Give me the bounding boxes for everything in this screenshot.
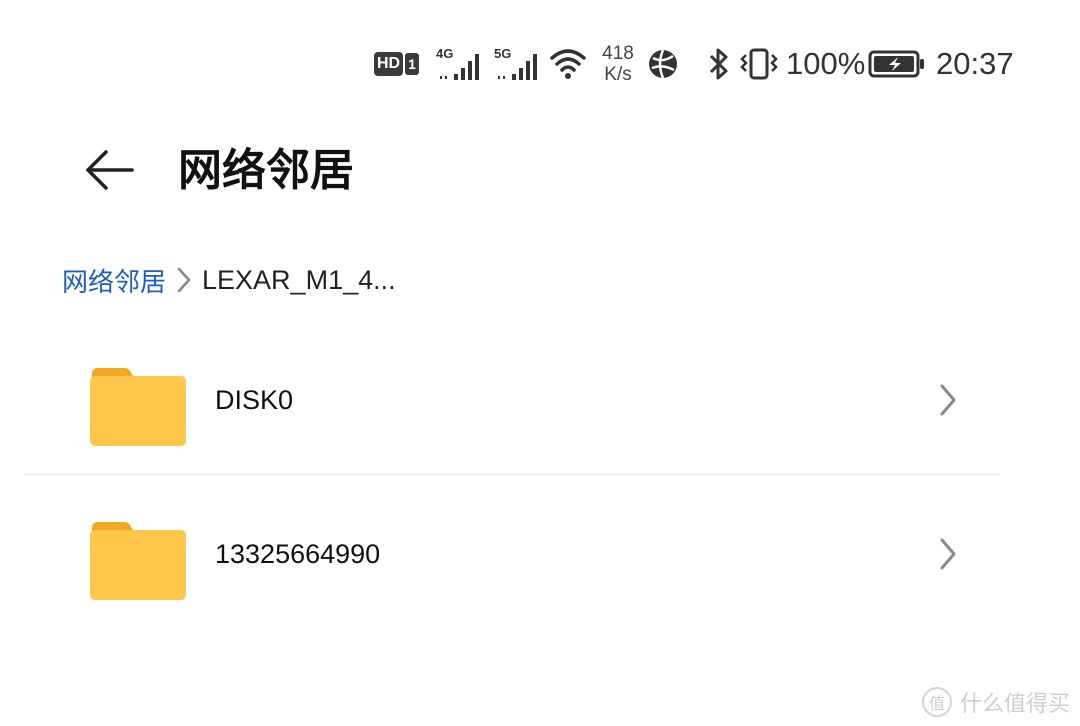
speed-value: 418	[602, 43, 634, 64]
breadcrumb-current: LEXAR_M1_4...	[202, 264, 396, 295]
sim-slot: 1	[405, 53, 419, 75]
network-label-4g: 4G	[436, 46, 453, 61]
signal-5g-icon: 5G	[494, 38, 544, 90]
clock: 20:37	[936, 46, 1014, 81]
folder-name: DISK0	[215, 385, 294, 415]
breadcrumb: 网络邻居 LEXAR_M1_4...	[62, 258, 396, 302]
vibrate-icon	[740, 38, 778, 90]
divider	[24, 474, 1000, 475]
folder-icon	[90, 522, 186, 600]
folder-list: DISK0 13325664990	[0, 322, 1080, 630]
wifi-icon	[550, 38, 590, 90]
chevron-right-icon	[940, 384, 956, 416]
signal-4g-icon: 4G	[436, 38, 486, 90]
status-bar: HD 1 4G 5G 418 K/s 100% 20:37	[0, 38, 1080, 90]
back-button[interactable]	[76, 140, 140, 200]
arrow-left-icon	[86, 150, 134, 190]
watermark-badge: 值	[921, 687, 952, 717]
watermark-text: 什么值得买	[959, 692, 1070, 717]
speed-unit: K/s	[604, 64, 632, 85]
folder-icon	[90, 368, 186, 446]
folder-name: 13325664990	[215, 539, 381, 569]
breadcrumb-root-link[interactable]: 网络邻居	[62, 262, 166, 299]
hd-label: HD	[374, 52, 404, 76]
globe-icon	[646, 38, 682, 90]
list-item[interactable]: 13325664990	[0, 476, 1080, 630]
speed-indicator: 418 K/s	[596, 38, 640, 90]
page-title: 网络邻居	[178, 145, 354, 196]
chevron-right-icon	[166, 258, 202, 302]
battery-charging-icon	[868, 38, 928, 90]
watermark: 值 什么值得买	[921, 686, 1070, 718]
network-label-5g: 5G	[494, 46, 511, 61]
bluetooth-icon	[706, 38, 734, 90]
hd-icon: HD 1	[374, 38, 426, 90]
battery-percent: 100%	[786, 46, 866, 81]
list-item[interactable]: DISK0	[0, 322, 1080, 476]
chevron-right-icon	[940, 538, 956, 570]
